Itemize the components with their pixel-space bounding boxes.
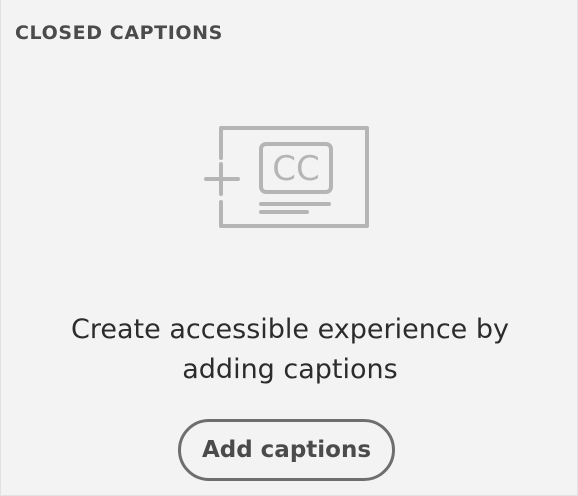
panel-title: CLOSED CAPTIONS: [15, 22, 223, 44]
add-captions-button[interactable]: Add captions: [178, 419, 395, 481]
closed-captions-panel: CLOSED CAPTIONS CC Create accessible exp…: [0, 0, 578, 496]
empty-state-line-1: Create accessible experience by: [71, 314, 509, 345]
cc-badge-text: CC: [272, 149, 319, 189]
closed-captions-add-icon: CC: [201, 124, 373, 232]
empty-state-message: Create accessible experience by adding c…: [1, 310, 578, 390]
empty-state-line-2: adding captions: [182, 354, 398, 385]
